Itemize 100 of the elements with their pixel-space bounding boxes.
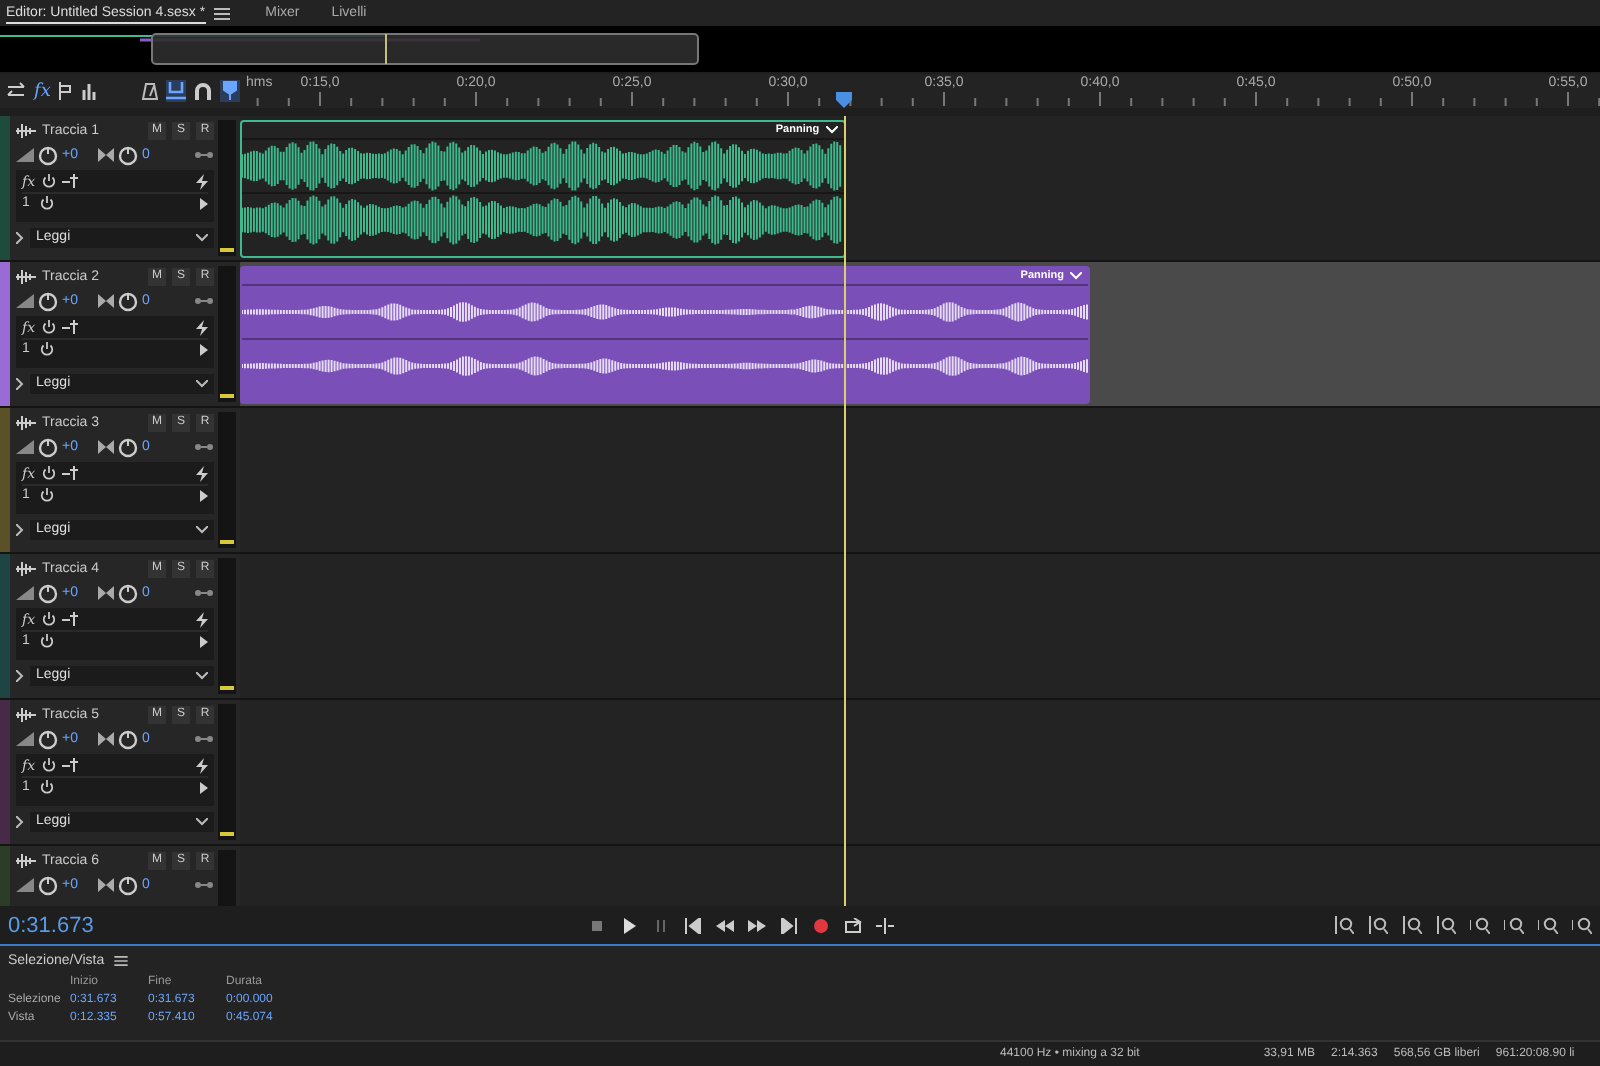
- expand-icon[interactable]: [16, 669, 24, 681]
- fast-forward-icon[interactable]: [748, 917, 766, 933]
- volume-icon: [16, 440, 34, 454]
- volume-icon: [16, 732, 34, 746]
- volume-knob-icon[interactable]: [38, 145, 58, 165]
- zoom-right-icon[interactable]: [1538, 916, 1558, 934]
- skip-start-icon[interactable]: [684, 917, 702, 933]
- play-small-icon[interactable]: [200, 781, 208, 793]
- pan-knob-icon[interactable]: [118, 583, 138, 603]
- pan-knob-icon[interactable]: [118, 145, 138, 165]
- caret-icon[interactable]: [196, 525, 208, 533]
- power-icon[interactable]: [40, 342, 54, 356]
- insert-icon[interactable]: [61, 758, 78, 772]
- insert-icon[interactable]: [61, 466, 78, 480]
- pan-knob-icon[interactable]: [118, 437, 138, 457]
- play-small-icon[interactable]: [200, 489, 208, 501]
- volume-icon: [16, 878, 34, 892]
- power-icon[interactable]: [41, 174, 56, 188]
- level-meter: [218, 704, 236, 840]
- caret-icon[interactable]: [196, 379, 208, 387]
- expand-icon[interactable]: [16, 377, 24, 389]
- rewind-icon[interactable]: [716, 917, 734, 933]
- waveform-track-icon: [16, 853, 36, 867]
- pause-icon[interactable]: [652, 917, 670, 933]
- expand-icon[interactable]: [16, 523, 24, 535]
- power-icon[interactable]: [41, 612, 56, 626]
- magnet-icon[interactable]: [194, 82, 212, 100]
- expand-icon[interactable]: [16, 815, 24, 827]
- waveform-track-icon: [16, 707, 36, 721]
- stop-icon[interactable]: [588, 917, 606, 933]
- current-time: 0:31.673: [8, 913, 96, 937]
- lightning-icon[interactable]: [196, 465, 208, 481]
- level-meter: [218, 266, 236, 402]
- volume-knob-icon[interactable]: [38, 583, 58, 603]
- play-icon[interactable]: [620, 917, 638, 933]
- eq-icon[interactable]: [82, 82, 99, 100]
- stereo-icon: [194, 880, 214, 890]
- waveform-track-icon: [16, 415, 36, 429]
- pan-knob-icon[interactable]: [118, 291, 138, 311]
- insert-icon[interactable]: [61, 612, 78, 626]
- power-icon[interactable]: [40, 196, 54, 210]
- pan-icon: [98, 148, 114, 162]
- menu-icon[interactable]: [213, 7, 230, 19]
- pan-knob-icon[interactable]: [118, 875, 138, 895]
- level-meter: [218, 120, 236, 256]
- zoom-in-amplitude-icon[interactable]: [1334, 916, 1354, 934]
- power-icon[interactable]: [41, 466, 56, 480]
- record-icon[interactable]: [812, 917, 830, 933]
- zoom-left-icon[interactable]: [1504, 916, 1524, 934]
- stereo-icon: [194, 588, 214, 598]
- zoom-out-time-icon[interactable]: [1436, 916, 1456, 934]
- volume-knob-icon[interactable]: [38, 729, 58, 749]
- waveform-track-icon: [16, 561, 36, 575]
- caret-icon[interactable]: [196, 671, 208, 679]
- play-small-icon[interactable]: [200, 343, 208, 355]
- waveform-track-icon: [16, 123, 36, 137]
- expand-icon[interactable]: [16, 231, 24, 243]
- menu-icon[interactable]: [114, 956, 129, 966]
- waveform-track-icon: [16, 269, 36, 283]
- volume-icon: [16, 148, 34, 162]
- volume-knob-icon[interactable]: [38, 875, 58, 895]
- effects-toggle[interactable]: fx: [34, 81, 51, 101]
- snap-icon[interactable]: [166, 80, 186, 102]
- volume-knob-icon[interactable]: [38, 437, 58, 457]
- pan-icon: [98, 732, 114, 746]
- caret-icon[interactable]: [196, 817, 208, 825]
- insert-icon[interactable]: [61, 320, 78, 334]
- level-meter: [218, 558, 236, 694]
- power-icon[interactable]: [40, 488, 54, 502]
- zoom-in-time-icon[interactable]: [1402, 916, 1422, 934]
- lightning-icon[interactable]: [196, 173, 208, 189]
- swap-icon[interactable]: [6, 82, 26, 100]
- volume-knob-icon[interactable]: [38, 291, 58, 311]
- zoom-full-icon[interactable]: [1572, 916, 1592, 934]
- pan-icon: [98, 878, 114, 892]
- lightning-icon[interactable]: [196, 611, 208, 627]
- play-small-icon[interactable]: [200, 635, 208, 647]
- pan-knob-icon[interactable]: [118, 729, 138, 749]
- pan-icon: [98, 294, 114, 308]
- stereo-icon: [194, 734, 214, 744]
- zoom-out-amplitude-icon[interactable]: [1368, 916, 1388, 934]
- stereo-icon: [194, 442, 214, 452]
- caret-icon[interactable]: [196, 233, 208, 241]
- metronome-icon[interactable]: [142, 82, 158, 100]
- power-icon[interactable]: [41, 320, 56, 334]
- lightning-icon[interactable]: [196, 319, 208, 335]
- play-small-icon[interactable]: [200, 197, 208, 209]
- power-icon[interactable]: [40, 780, 54, 794]
- zoom-reset-icon[interactable]: [1470, 916, 1490, 934]
- power-icon[interactable]: [41, 758, 56, 772]
- marker-icon[interactable]: [220, 80, 240, 102]
- insert-icon[interactable]: [61, 174, 78, 188]
- lightning-icon[interactable]: [196, 757, 208, 773]
- stereo-icon: [194, 150, 214, 160]
- skip-end-icon[interactable]: [780, 917, 798, 933]
- loop-icon[interactable]: [844, 917, 862, 933]
- power-icon[interactable]: [40, 634, 54, 648]
- playhead-handle[interactable]: [835, 92, 852, 108]
- volume-icon: [16, 294, 34, 308]
- pan-icon: [98, 440, 114, 454]
